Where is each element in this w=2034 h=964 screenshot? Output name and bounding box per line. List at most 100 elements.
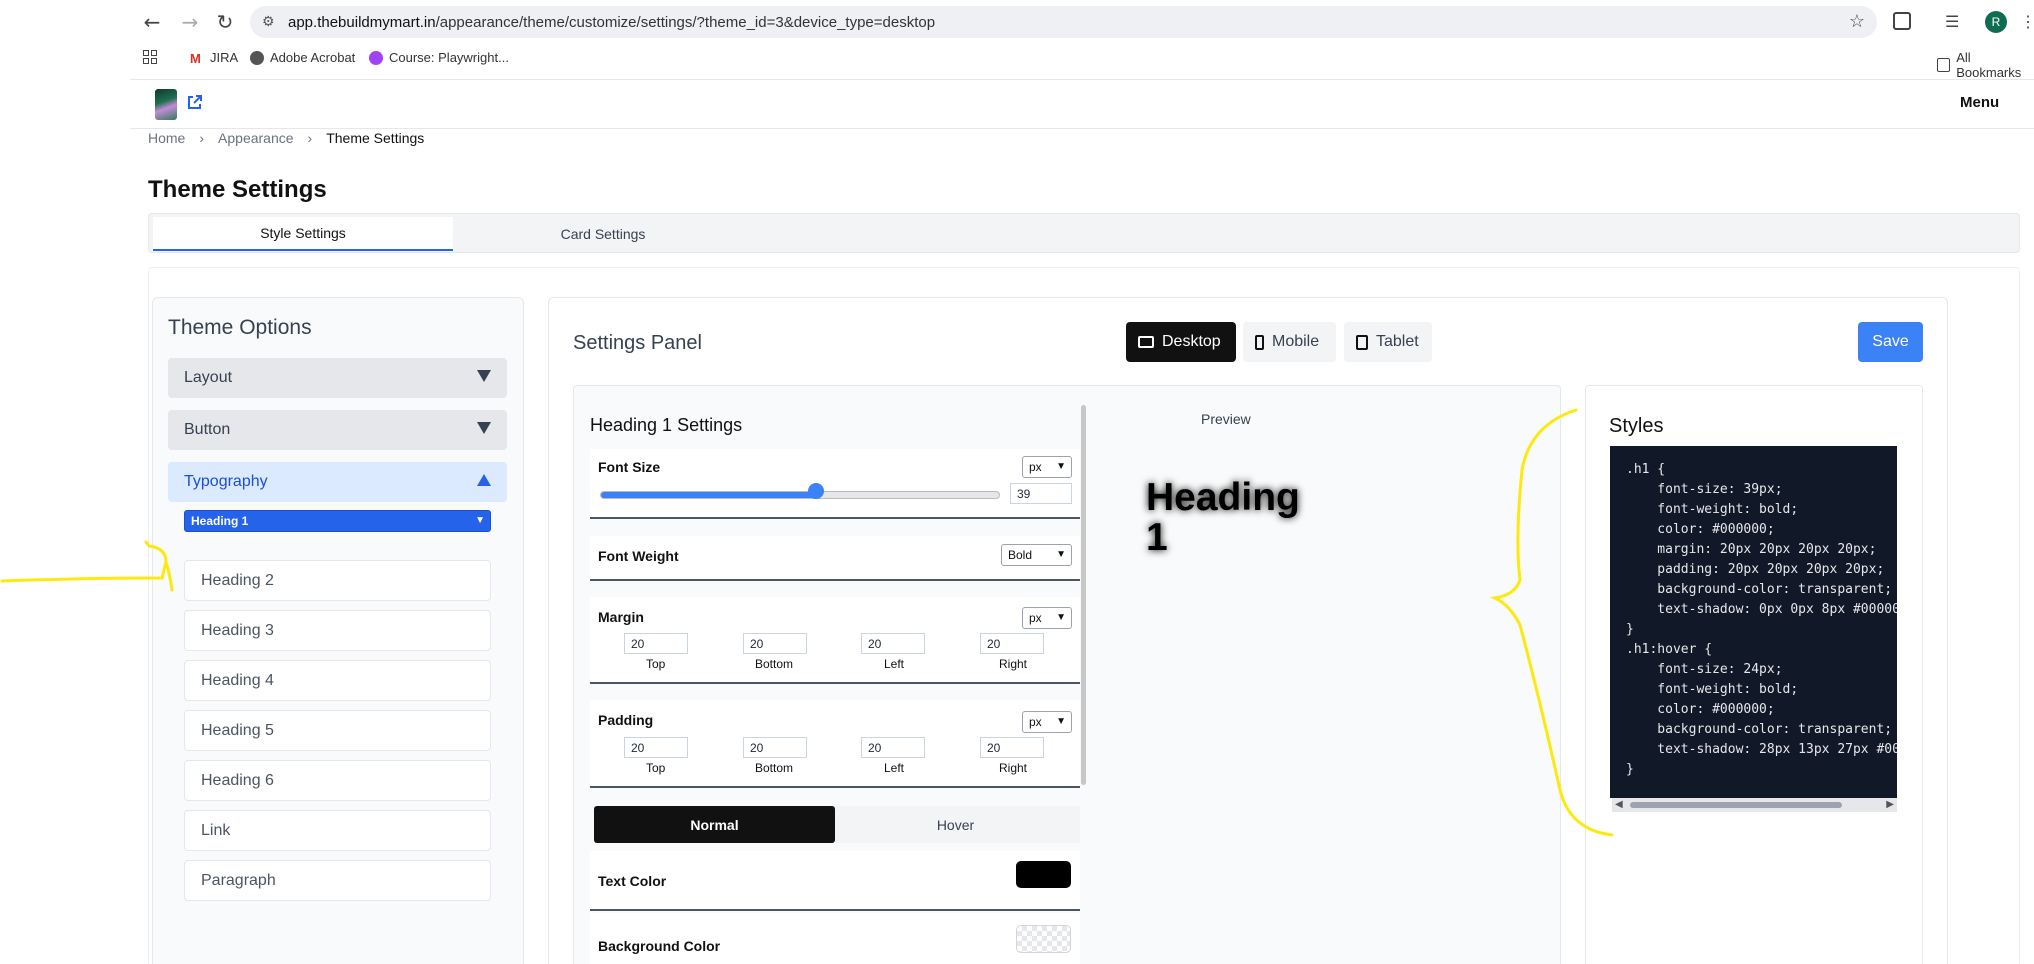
typography-item-heading-2[interactable]: Heading 2 — [184, 560, 491, 601]
gmail-icon: M — [190, 50, 201, 66]
padding-right-input[interactable]: 20 — [980, 737, 1044, 758]
margin-bottom-label: Bottom — [755, 657, 794, 671]
padding-label: Padding — [598, 712, 654, 728]
scroll-left-icon[interactable]: ◀ — [1615, 799, 1623, 810]
back-icon[interactable]: ← — [140, 10, 164, 34]
margin-top-label: Top — [646, 657, 666, 671]
accordion-label: Typography — [184, 473, 268, 490]
typography-item-heading-3[interactable]: Heading 3 — [184, 610, 491, 651]
preview-heading: Heading 1 — [1146, 478, 1346, 558]
caret-down-icon — [477, 370, 491, 382]
extensions-icon[interactable] — [1893, 12, 1911, 30]
device-tablet-button[interactable]: Tablet — [1344, 322, 1432, 362]
margin-top-input[interactable]: 20 — [624, 633, 688, 654]
tablet-icon — [1356, 334, 1368, 350]
settings-tabs: Style Settings Card Settings — [148, 213, 2020, 253]
font-size-slider[interactable] — [600, 491, 1000, 499]
address-bar[interactable]: ⚙ app.thebuildmymart.in/appearance/theme… — [250, 6, 1877, 38]
typography-item-heading-4[interactable]: Heading 4 — [184, 660, 491, 701]
typography-item-heading-6[interactable]: Heading 6 — [184, 760, 491, 801]
font-size-unit-select[interactable]: px — [1022, 456, 1072, 478]
site-info-icon[interactable]: ⚙ — [262, 13, 275, 30]
bookmark-star-icon[interactable]: ☆ — [1849, 11, 1865, 32]
background-color-swatch[interactable] — [1016, 925, 1071, 953]
text-color-label: Text Color — [598, 873, 667, 889]
margin-unit-select[interactable]: px — [1022, 607, 1072, 629]
background-color-label: Background Color — [598, 938, 721, 954]
accordion-layout[interactable]: Layout — [168, 358, 507, 398]
font-size-row: Font Size — [590, 449, 1080, 519]
save-button[interactable]: Save — [1858, 322, 1923, 362]
globe-icon — [250, 50, 264, 65]
brand-logo[interactable] — [155, 89, 177, 120]
profile-avatar[interactable]: R — [1985, 11, 2007, 33]
padding-bottom-input[interactable]: 20 — [743, 737, 807, 758]
bookmark-course[interactable]: Course: Playwright... — [369, 50, 509, 65]
forward-icon[interactable]: → — [178, 10, 202, 34]
device-label: Tablet — [1376, 333, 1419, 350]
device-desktop-button[interactable]: Desktop — [1126, 322, 1236, 362]
bookmark-jira[interactable]: M JIRA — [190, 50, 238, 66]
margin-left-input[interactable]: 20 — [861, 633, 925, 654]
external-link-icon[interactable] — [186, 94, 203, 111]
text-color-swatch[interactable] — [1016, 861, 1071, 888]
typography-item-heading-1[interactable]: Heading 1 — [184, 510, 491, 532]
caret-up-icon — [477, 474, 491, 486]
menu-button[interactable]: Menu — [1960, 94, 1999, 111]
bookmark-adobe[interactable]: Adobe Acrobat — [250, 50, 355, 65]
font-weight-select[interactable]: Bold — [1001, 544, 1072, 566]
padding-top-input[interactable]: 20 — [624, 737, 688, 758]
state-tabs: Normal Hover — [594, 806, 1080, 843]
apps-grid-icon[interactable] — [143, 50, 157, 64]
tab-card-settings[interactable]: Card Settings — [453, 217, 753, 251]
state-normal-tab[interactable]: Normal — [594, 806, 835, 843]
accordion-label: Button — [184, 421, 231, 438]
all-bookmarks[interactable]: All Bookmarks — [1937, 50, 2034, 80]
media-icon[interactable]: ☰ — [1945, 12, 1959, 32]
chrome-divider — [130, 79, 2034, 80]
scroll-right-icon[interactable]: ▶ — [1886, 799, 1894, 810]
code-horizontal-scrollbar[interactable]: ◀ ▶ — [1612, 798, 1897, 812]
margin-label: Margin — [598, 609, 644, 625]
theme-options-title: Theme Options — [168, 316, 312, 339]
typography-item-link[interactable]: Link — [184, 810, 491, 851]
device-mobile-button[interactable]: Mobile — [1243, 322, 1336, 362]
styles-title: Styles — [1609, 415, 1664, 437]
page-title: Theme Settings — [148, 176, 327, 203]
folder-icon — [1937, 58, 1951, 72]
settings-scrollbar[interactable] — [1081, 405, 1086, 785]
padding-left-input[interactable]: 20 — [861, 737, 925, 758]
scrollbar-thumb[interactable] — [1630, 802, 1842, 808]
background-color-row: Background Color — [590, 913, 1080, 964]
device-label: Mobile — [1272, 333, 1320, 350]
chevron-right-icon: › — [199, 130, 205, 146]
course-icon — [369, 50, 383, 65]
slider-fill — [601, 492, 817, 498]
tab-style-settings[interactable]: Style Settings — [153, 217, 453, 251]
text-color-row: Text Color — [590, 851, 1080, 911]
more-menu-icon[interactable]: ⋮ — [2020, 12, 2034, 32]
typography-item-paragraph[interactable]: Paragraph — [184, 860, 491, 901]
padding-left-label: Left — [884, 761, 905, 775]
padding-right-label: Right — [999, 761, 1028, 775]
padding-unit-select[interactable]: px — [1022, 711, 1072, 733]
breadcrumb-appearance[interactable]: Appearance — [218, 130, 294, 146]
margin-bottom-input[interactable]: 20 — [743, 633, 807, 654]
margin-right-input[interactable]: 20 — [980, 633, 1044, 654]
preview-heading-line: Heading — [1146, 476, 1300, 519]
accordion-typography[interactable]: Typography — [168, 462, 507, 502]
accordion-button[interactable]: Button — [168, 410, 507, 450]
slider-handle[interactable] — [808, 483, 824, 499]
breadcrumb: Home › Appearance › Theme Settings — [148, 130, 424, 146]
url-text: app.thebuildmymart.in/appearance/theme/c… — [288, 14, 936, 31]
font-weight-label: Font Weight — [598, 548, 679, 564]
header-divider — [130, 128, 2034, 129]
preview-label: Preview — [1201, 411, 1251, 427]
state-hover-tab[interactable]: Hover — [835, 806, 1076, 843]
caret-down-icon — [477, 422, 491, 434]
reload-icon[interactable]: ↻ — [213, 10, 237, 34]
breadcrumb-home[interactable]: Home — [148, 130, 185, 146]
font-size-input[interactable]: 39 — [1010, 483, 1072, 504]
preview-heading-line: 1 — [1146, 516, 1168, 559]
typography-item-heading-5[interactable]: Heading 5 — [184, 710, 491, 751]
